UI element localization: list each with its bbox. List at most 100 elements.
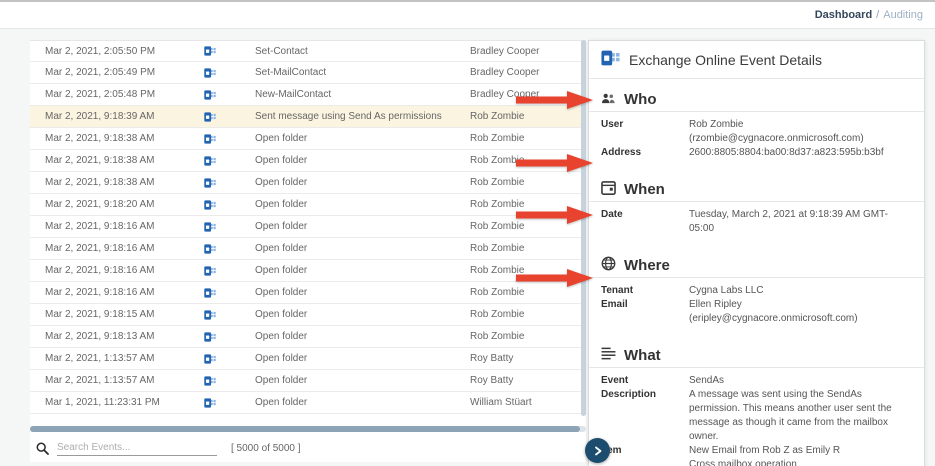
section-what: What Event SendAs Description A message … [589,344,924,466]
field-value: Tuesday, March 2, 2021 at 9:18:39 AM GMT… [689,208,912,236]
event-name: Open folder [255,353,308,364]
event-name: Open folder [255,397,308,408]
section-where: Where Tenant Cygna Labs LLC Email Ellen … [589,254,924,335]
breadcrumb: Dashboard / Auditing [815,9,923,21]
field-value-line: Ellen Ripley (eripley@cygnacore.onmicros… [689,299,858,324]
event-name: New-MailContact [255,89,332,100]
field-label: Address [601,147,642,158]
exchange-icon [204,199,216,210]
horizontal-scrollbar[interactable] [30,426,586,432]
table-row[interactable]: Mar 2, 2021, 2:05:49 PM Set-MailContact B… [30,62,586,84]
horizontal-scrollbar-thumb[interactable] [30,426,581,432]
event-timestamp: Mar 2, 2021, 2:05:50 PM [45,45,156,57]
calendar-icon [601,180,616,200]
section-fields: Tenant Cygna Labs LLC Email Ellen Ripley… [589,278,924,335]
section-title: When [624,181,665,198]
field-value-line: Cross mailbox operation [689,459,797,466]
table-row[interactable]: Mar 2, 2021, 9:18:20 AM Open folder Rob Z… [30,194,586,216]
section-header: Where [589,254,924,278]
field-value-line: New Email from Rob Z as Emily R [689,445,841,456]
table-row[interactable]: Mar 2, 2021, 9:18:16 AM Open folder Rob Z… [30,216,586,238]
section-title: What [624,347,661,364]
event-user: Rob Zombie [470,243,525,254]
exchange-icon [204,133,216,144]
event-name: Open folder [255,133,308,144]
event-user: Rob Zombie [470,111,525,122]
next-page-button[interactable] [585,438,610,463]
event-user: Bradley Cooper [470,67,540,78]
red-arrow-who [516,90,594,110]
exchange-icon [204,111,216,122]
table-row[interactable]: Mar 2, 2021, 2:05:48 PM New-MailContact B… [30,84,586,106]
event-timestamp: Mar 2, 2021, 9:18:16 AM [45,265,155,276]
event-name: Open folder [255,265,308,276]
panel-title: Exchange Online Event Details [629,51,822,68]
table-row[interactable]: Mar 2, 2021, 9:18:16 AM Open folder Rob Z… [30,260,586,282]
event-timestamp: Mar 2, 2021, 9:18:38 AM [45,177,155,188]
event-name: Open folder [255,243,308,254]
field-value: 2600:8805:8804:ba00:8d37:a823:595b:b3bf [689,146,912,160]
field-label: Item [601,445,622,456]
section-header: When [589,178,924,202]
table-row[interactable]: Mar 2, 2021, 1:13:57 AM Open folder Roy B… [30,370,586,392]
table-footer: [ 5000 of 5000 ] [30,434,586,462]
event-name: Open folder [255,331,308,342]
event-timestamp: Mar 2, 2021, 9:18:16 AM [45,243,155,254]
section-fields: User Rob Zombie (rzombie@cygnacore.onmic… [589,112,924,169]
exchange-icon [204,89,216,100]
field-label: User [601,119,624,130]
top-bar: Dashboard / Auditing [0,0,935,29]
panel-header: Exchange Online Event Details [589,41,924,79]
event-name: Open folder [255,155,308,166]
search-icon [36,442,49,455]
exchange-icon [204,177,216,188]
exchange-icon [204,331,216,342]
table-row[interactable]: Mar 2, 2021, 2:05:50 PM Set-Contact Bradl… [30,40,586,62]
table-row[interactable]: Mar 2, 2021, 9:18:38 AM Open folder Rob Z… [30,172,586,194]
field-value-line: A message was sent using the SendAs perm… [689,389,892,442]
search-events-input[interactable] [57,440,217,456]
table-row[interactable]: Mar 2, 2021, 9:18:13 AM Open folder Rob Z… [30,326,586,348]
table-row[interactable]: Mar 2, 2021, 9:18:16 AM Open folder Rob Z… [30,282,586,304]
event-name: Set-Contact [255,45,308,57]
table-row[interactable]: Mar 1, 2021, 11:23:31 PM Open folder Will… [30,392,586,414]
event-name: Sent message using Send As permissions [255,111,442,122]
table-row[interactable]: Mar 2, 2021, 9:18:16 AM Open folder Rob Z… [30,238,586,260]
section-header: Who [589,88,924,112]
section-header: What [589,344,924,368]
globe-icon [601,256,616,276]
field-row: Event SendAs [601,374,912,388]
exchange-icon [204,353,216,364]
breadcrumb-dashboard[interactable]: Dashboard [815,9,872,21]
field-value: New Email from Rob Z as Emily R Cross mai… [689,444,912,466]
event-timestamp: Mar 2, 2021, 2:05:49 PM [45,67,156,78]
field-row: Item New Email from Rob Z as Emily R Cros… [601,444,912,466]
event-details-panel: Exchange Online Event Details Who User R… [588,40,925,466]
exchange-icon [204,287,216,298]
table-row[interactable]: Mar 2, 2021, 9:18:15 AM Open folder Rob Z… [30,304,586,326]
table-row[interactable]: Mar 2, 2021, 9:18:39 AM Sent message usi… [30,106,586,128]
event-name: Open folder [255,177,308,188]
event-timestamp: Mar 1, 2021, 11:23:31 PM [45,397,160,408]
exchange-icon [204,155,216,166]
event-timestamp: Mar 2, 2021, 1:13:57 AM [45,353,155,364]
field-row: Description A message was sent using the… [601,388,912,444]
table-row[interactable]: Mar 2, 2021, 9:18:38 AM Open folder Rob Z… [30,128,586,150]
red-arrow-what [516,268,594,288]
table-row[interactable]: Mar 2, 2021, 1:13:57 AM Open folder Roy B… [30,348,586,370]
exchange-icon [601,50,620,69]
exchange-icon [204,67,216,78]
table-row[interactable]: Mar 2, 2021, 9:18:38 AM Open folder Rob Z… [30,150,586,172]
event-timestamp: Mar 2, 2021, 9:18:38 AM [45,155,155,166]
event-user: Roy Batty [470,353,514,364]
event-timestamp: Mar 2, 2021, 2:05:48 PM [45,89,156,100]
event-user: William Stüart [470,397,532,408]
exchange-icon [204,309,216,320]
event-name: Open folder [255,309,308,320]
event-timestamp: Mar 2, 2021, 9:18:39 AM [45,111,155,122]
field-row: Address 2600:8805:8804:ba00:8d37:a823:59… [601,146,912,160]
exchange-icon [204,265,216,276]
event-name: Open folder [255,287,308,298]
field-row: User Rob Zombie (rzombie@cygnacore.onmic… [601,118,912,146]
people-icon [601,91,616,109]
